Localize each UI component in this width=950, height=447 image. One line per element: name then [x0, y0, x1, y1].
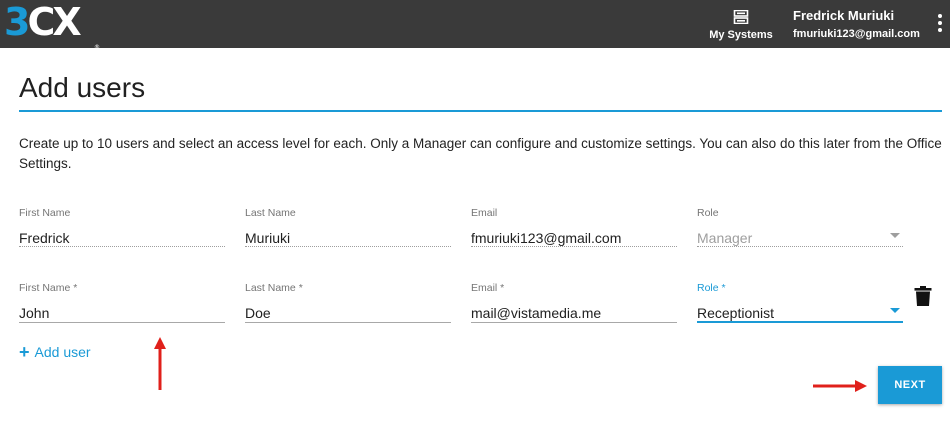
chevron-down-icon: [890, 233, 900, 238]
trash-icon[interactable]: [914, 286, 932, 306]
user1-email-value: fmuriuki123@gmail.com: [471, 230, 622, 246]
user2-first-name-label: First Name *: [19, 282, 78, 294]
user2-last-name-field[interactable]: Last Name * Doe: [245, 282, 451, 323]
annotation-arrow-up: [154, 337, 166, 390]
server-icon: [733, 10, 749, 24]
user-email: fmuriuki123@gmail.com: [793, 28, 920, 40]
plus-icon: +: [19, 342, 30, 362]
user1-role-label: Role: [697, 207, 719, 219]
my-systems-label: My Systems: [709, 29, 773, 41]
kebab-menu-icon[interactable]: [936, 14, 944, 36]
chevron-down-icon: [890, 308, 900, 313]
add-user-link[interactable]: + Add user: [19, 343, 91, 361]
my-systems-button[interactable]: My Systems: [703, 8, 779, 41]
add-user-label: Add user: [34, 344, 91, 360]
user1-role-value: Manager: [697, 230, 753, 246]
user2-email-value: mail@vistamedia.me: [471, 305, 602, 321]
user2-role-label: Role *: [697, 282, 726, 294]
annotation-arrow-right: [813, 380, 867, 392]
user1-last-name-field[interactable]: Last Name Muriuki: [245, 207, 451, 247]
page-title: Add users: [19, 72, 146, 103]
user2-email-field[interactable]: Email * mail@vistamedia.me: [471, 282, 677, 323]
title-divider: [19, 110, 942, 112]
logo-trademark: ®: [94, 44, 100, 51]
user-account[interactable]: Fredrick Muriuki fmuriuki123@gmail.com: [793, 8, 920, 40]
user1-role-select[interactable]: Role Manager: [697, 207, 903, 247]
user1-last-name-label: Last Name: [245, 207, 296, 219]
user2-email-label: Email *: [471, 282, 505, 294]
user1-last-name-value: Muriuki: [245, 230, 291, 246]
logo-3: 3: [4, 0, 31, 44]
user2-last-name-label: Last Name *: [245, 282, 303, 294]
next-button[interactable]: NEXT: [878, 366, 942, 404]
user2-role-select[interactable]: Role * Receptionist: [697, 282, 903, 323]
user1-first-name-label: First Name: [19, 207, 71, 219]
page-description: Create up to 10 users and select an acce…: [19, 136, 942, 171]
user1-first-name-field[interactable]: First Name Fredrick: [19, 207, 225, 247]
user2-first-name-value: John: [19, 305, 50, 321]
3cx-logo[interactable]: 3CX ®: [4, 0, 100, 51]
top-bar: 3CX ® My Systems Fredrick Muriuki fmuriu…: [0, 0, 950, 51]
user2-role-value: Receptionist: [697, 305, 775, 321]
user1-email-field[interactable]: Email fmuriuki123@gmail.com: [471, 207, 677, 247]
user2-first-name-field[interactable]: First Name * John: [19, 282, 225, 323]
logo-cx: CX: [27, 0, 81, 44]
user1-email-label: Email: [471, 207, 498, 219]
user1-first-name-value: Fredrick: [19, 230, 70, 246]
user2-last-name-value: Doe: [245, 305, 271, 321]
user-name: Fredrick Muriuki: [793, 8, 895, 23]
